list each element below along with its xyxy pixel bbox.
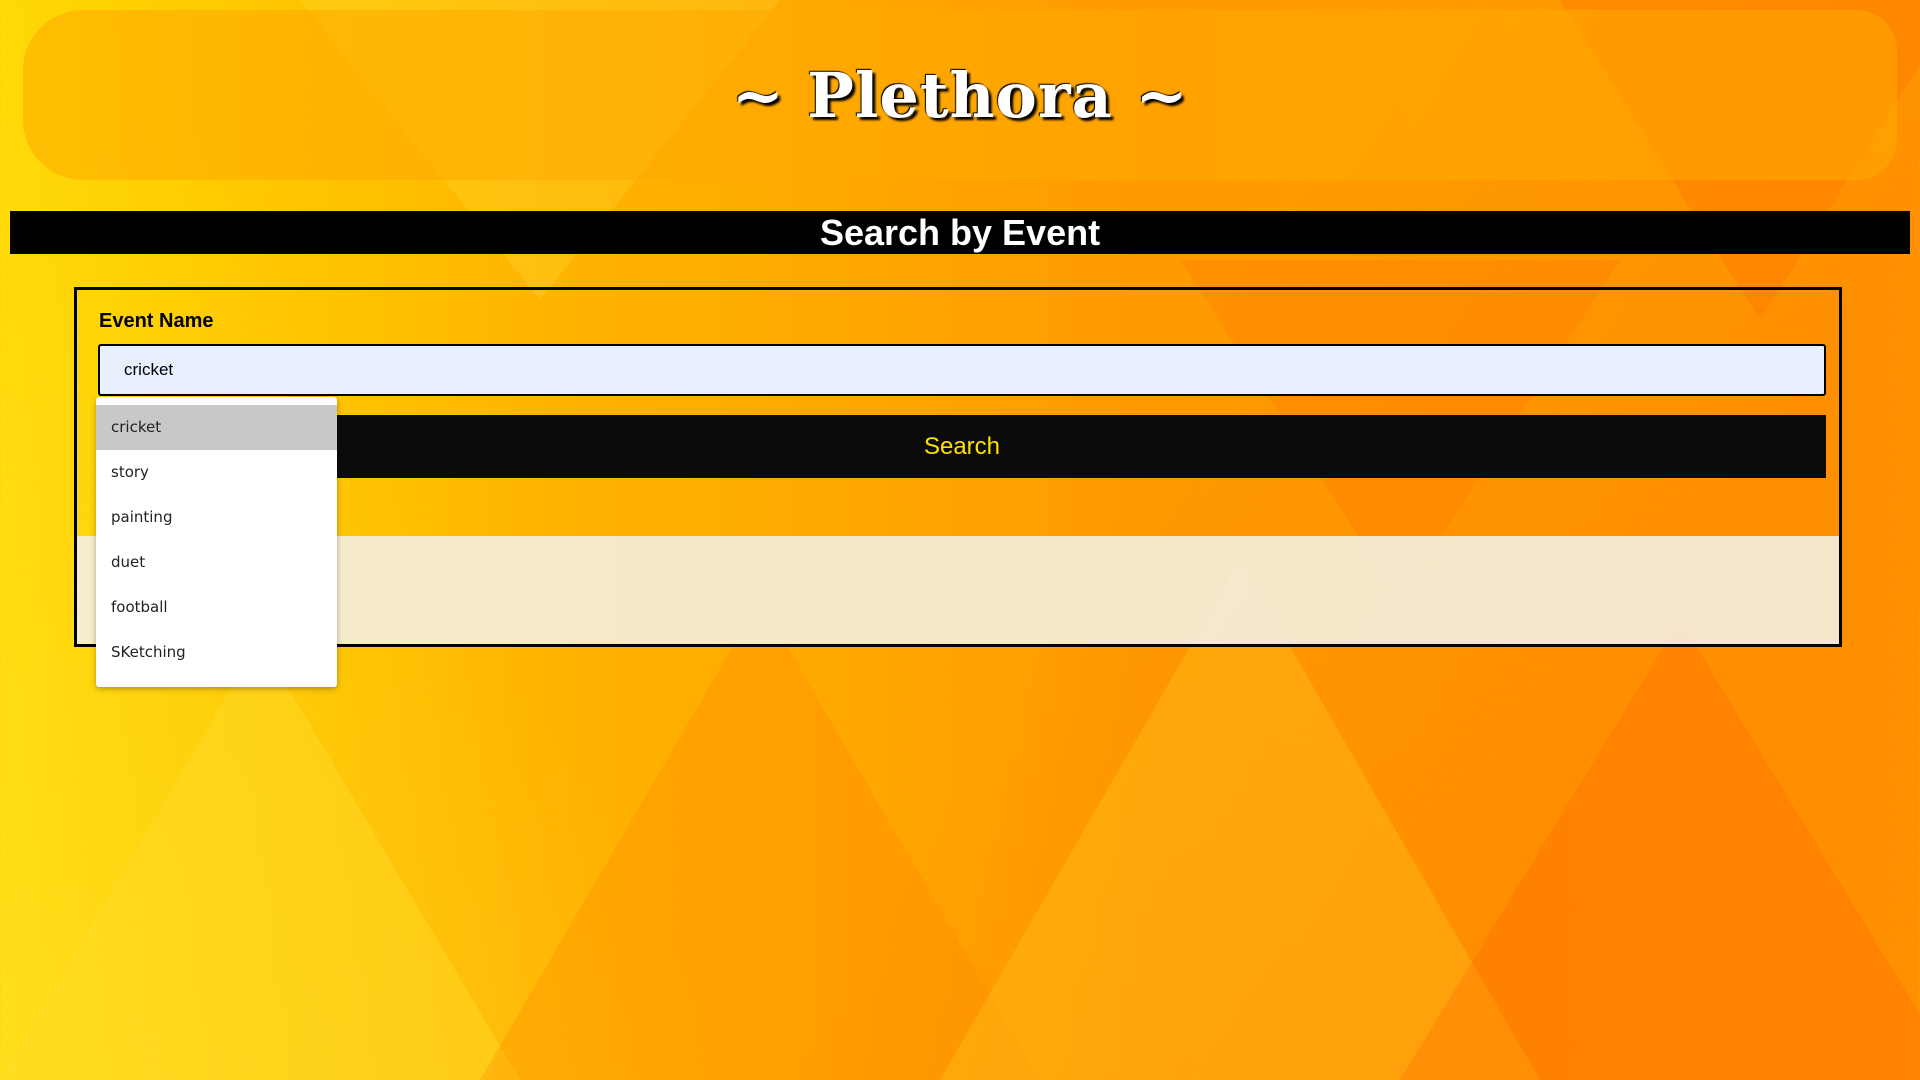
event-name-label: Event Name xyxy=(99,310,214,332)
suggestion-item-football[interactable]: football xyxy=(96,585,337,630)
suggestion-item-cricket[interactable]: cricket xyxy=(96,405,337,450)
suggestion-item-sketching[interactable]: SKetching xyxy=(96,630,337,675)
background-triangle xyxy=(0,640,520,1080)
background-triangle xyxy=(480,600,1040,1080)
suggestion-item-story[interactable]: story xyxy=(96,450,337,495)
site-title: ~ Plethora ~ xyxy=(731,58,1189,132)
autocomplete-dropdown: cricket story painting duet football SKe… xyxy=(96,397,337,687)
section-header-bar: Search by Event xyxy=(10,211,1910,254)
search-form: Event Name Search xyxy=(74,287,1842,647)
search-button[interactable]: Search xyxy=(98,415,1826,478)
suggestion-item-painting[interactable]: painting xyxy=(96,495,337,540)
results-panel xyxy=(77,536,1839,644)
suggestion-item-duet[interactable]: duet xyxy=(96,540,337,585)
site-header: ~ Plethora ~ xyxy=(23,10,1897,180)
event-name-input[interactable] xyxy=(98,344,1826,396)
background-triangle xyxy=(1400,620,1920,1080)
section-title: Search by Event xyxy=(819,211,1101,253)
